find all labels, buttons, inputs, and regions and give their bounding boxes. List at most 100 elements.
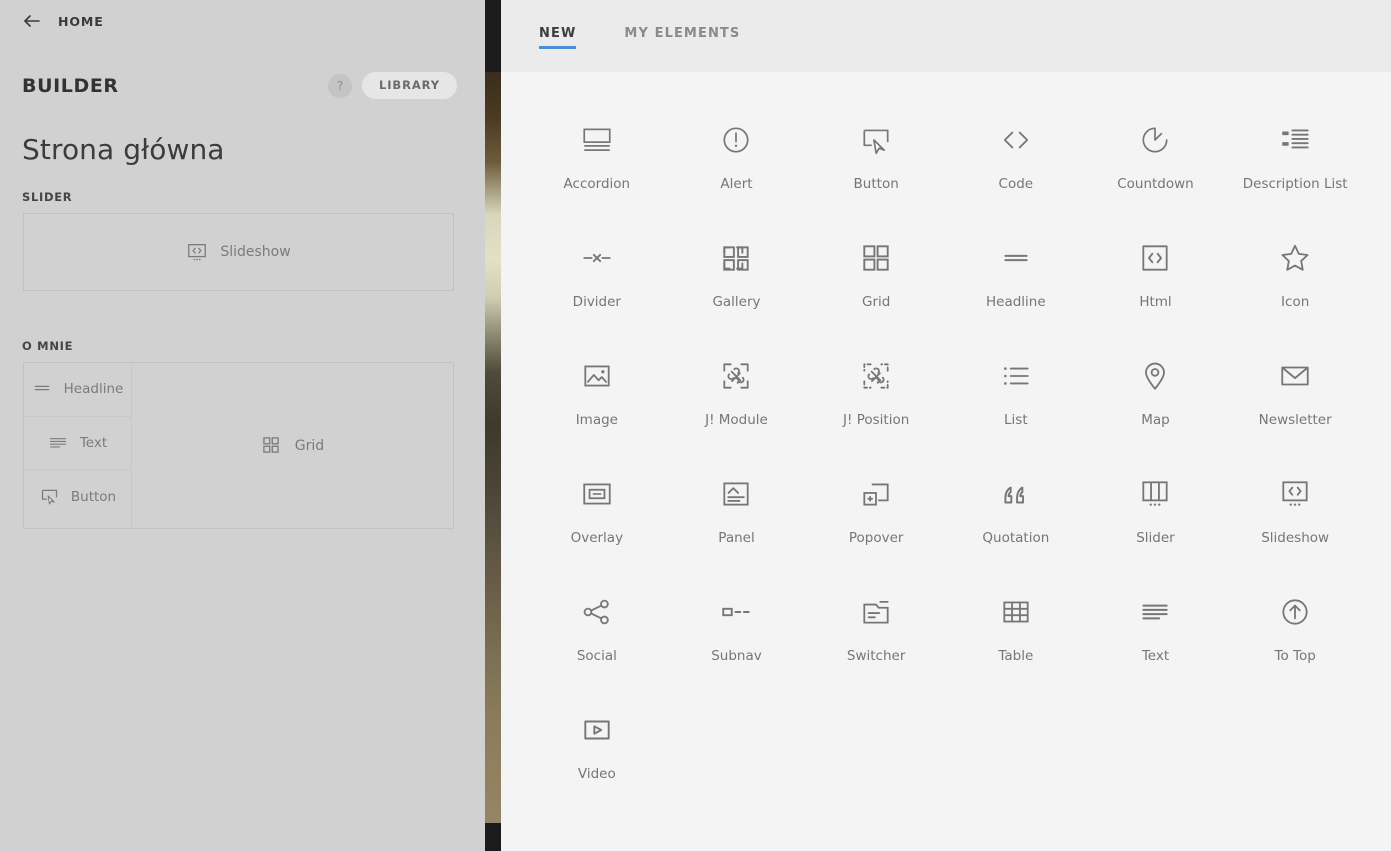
- library-button[interactable]: LIBRARY: [362, 72, 457, 99]
- element-item-grid[interactable]: Grid: [806, 218, 946, 336]
- arrow-left-icon: [22, 11, 42, 31]
- element-label: Grid: [861, 294, 891, 310]
- element-label: Video: [577, 766, 616, 782]
- block-label: Button: [70, 488, 117, 505]
- block-label: Grid: [294, 437, 325, 454]
- section-label-o-mnie: O MNIE: [22, 339, 74, 353]
- element-item-description-list[interactable]: Description List: [1225, 100, 1365, 218]
- element-item-image[interactable]: Image: [527, 336, 667, 454]
- element-label: Divider: [572, 294, 621, 310]
- element-item-overlay[interactable]: Overlay: [527, 454, 667, 572]
- countdown-icon: [1138, 118, 1172, 162]
- code-icon: [999, 118, 1033, 162]
- back-to-home-button[interactable]: HOME: [22, 11, 104, 31]
- element-item-list[interactable]: List: [946, 336, 1086, 454]
- element-item-alert[interactable]: Alert: [667, 100, 807, 218]
- element-item-html[interactable]: Html: [1086, 218, 1226, 336]
- element-label: Countdown: [1117, 176, 1194, 192]
- element-label: List: [1004, 412, 1028, 428]
- panel-tabbar: NEW MY ELEMENTS: [501, 0, 1391, 72]
- element-label: Accordion: [563, 176, 631, 192]
- element-label: Social: [576, 648, 617, 664]
- map-pin-icon: [1138, 354, 1172, 398]
- element-item-divider[interactable]: Divider: [527, 218, 667, 336]
- element-label: Map: [1141, 412, 1170, 428]
- block-label: Headline: [63, 381, 124, 398]
- element-item-countdown[interactable]: Countdown: [1086, 100, 1226, 218]
- slideshow-icon: [1278, 472, 1312, 516]
- block-headline[interactable]: Headline: [24, 363, 131, 417]
- elements-panel: NEW MY ELEMENTS Accordion Alert Button Code…: [501, 0, 1391, 851]
- element-label: Button: [853, 176, 899, 192]
- table-icon: [999, 590, 1033, 634]
- element-item-accordion[interactable]: Accordion: [527, 100, 667, 218]
- block-slideshow[interactable]: Slideshow: [186, 241, 291, 263]
- element-label: Headline: [985, 294, 1046, 310]
- element-label: Code: [998, 176, 1034, 192]
- element-item-quotation[interactable]: Quotation: [946, 454, 1086, 572]
- element-item-map[interactable]: Map: [1086, 336, 1226, 454]
- element-item-switcher[interactable]: Switcher: [806, 572, 946, 690]
- element-item-table[interactable]: Table: [946, 572, 1086, 690]
- panel-icon: [719, 472, 753, 516]
- section-label-slider: SLIDER: [22, 190, 73, 204]
- element-item-headline[interactable]: Headline: [946, 218, 1086, 336]
- element-item-button[interactable]: Button: [806, 100, 946, 218]
- joomla-position-icon: [859, 354, 893, 398]
- element-item-video[interactable]: Video: [527, 690, 667, 808]
- element-item-code[interactable]: Code: [946, 100, 1086, 218]
- element-label: Overlay: [570, 530, 624, 546]
- element-item-subnav[interactable]: Subnav: [667, 572, 807, 690]
- grid-icon: [261, 435, 283, 457]
- builder-sidebar: HOME BUILDER ? LIBRARY Strona główna SLI…: [0, 0, 485, 851]
- element-item-slideshow[interactable]: Slideshow: [1225, 454, 1365, 572]
- element-item-gallery[interactable]: Gallery: [667, 218, 807, 336]
- button-icon: [859, 118, 893, 162]
- o-mnie-left-column: Headline Text Button: [24, 363, 132, 528]
- element-label: J! Position: [843, 412, 910, 428]
- element-item-panel[interactable]: Panel: [667, 454, 807, 572]
- help-icon[interactable]: ?: [328, 73, 353, 98]
- page-title: Strona główna: [22, 133, 225, 166]
- element-label: Newsletter: [1258, 412, 1332, 428]
- gallery-icon: [719, 236, 753, 280]
- element-label: Subnav: [711, 648, 762, 664]
- element-item-newsletter[interactable]: Newsletter: [1225, 336, 1365, 454]
- image-icon: [580, 354, 614, 398]
- element-label: Html: [1139, 294, 1172, 310]
- builder-header: BUILDER ? LIBRARY: [22, 72, 457, 99]
- to-top-icon: [1278, 590, 1312, 634]
- divider-icon: [580, 236, 614, 280]
- element-label: Table: [998, 648, 1034, 664]
- element-item-popover[interactable]: Popover: [806, 454, 946, 572]
- html-icon: [1138, 236, 1172, 280]
- element-label: Alert: [720, 176, 753, 192]
- element-item-slider[interactable]: Slider: [1086, 454, 1226, 572]
- element-label: Text: [1141, 648, 1170, 664]
- block-button[interactable]: Button: [24, 470, 131, 524]
- block-grid[interactable]: Grid: [132, 363, 453, 528]
- builder-header-actions: ? LIBRARY: [328, 72, 457, 99]
- element-label: Switcher: [846, 648, 906, 664]
- headline-icon: [999, 236, 1033, 280]
- element-label: Quotation: [982, 530, 1050, 546]
- element-item-to-top[interactable]: To Top: [1225, 572, 1365, 690]
- subnav-icon: [719, 590, 753, 634]
- video-icon: [580, 708, 614, 752]
- social-share-icon: [580, 590, 614, 634]
- element-item-j-module[interactable]: J! Module: [667, 336, 807, 454]
- preview-photo: [485, 72, 501, 823]
- alert-icon: [719, 118, 753, 162]
- element-item-text[interactable]: Text: [1086, 572, 1226, 690]
- tab-new[interactable]: NEW: [539, 26, 577, 57]
- envelope-icon: [1278, 354, 1312, 398]
- element-item-j-position[interactable]: J! Position: [806, 336, 946, 454]
- element-item-social[interactable]: Social: [527, 572, 667, 690]
- block-label: Text: [79, 434, 108, 451]
- block-text[interactable]: Text: [24, 417, 131, 470]
- element-item-icon[interactable]: Icon: [1225, 218, 1365, 336]
- site-preview-strip: [485, 0, 501, 851]
- tab-my-elements[interactable]: MY ELEMENTS: [624, 26, 740, 57]
- element-label: J! Module: [705, 412, 768, 428]
- section-slider-dropzone[interactable]: Slideshow: [23, 213, 454, 291]
